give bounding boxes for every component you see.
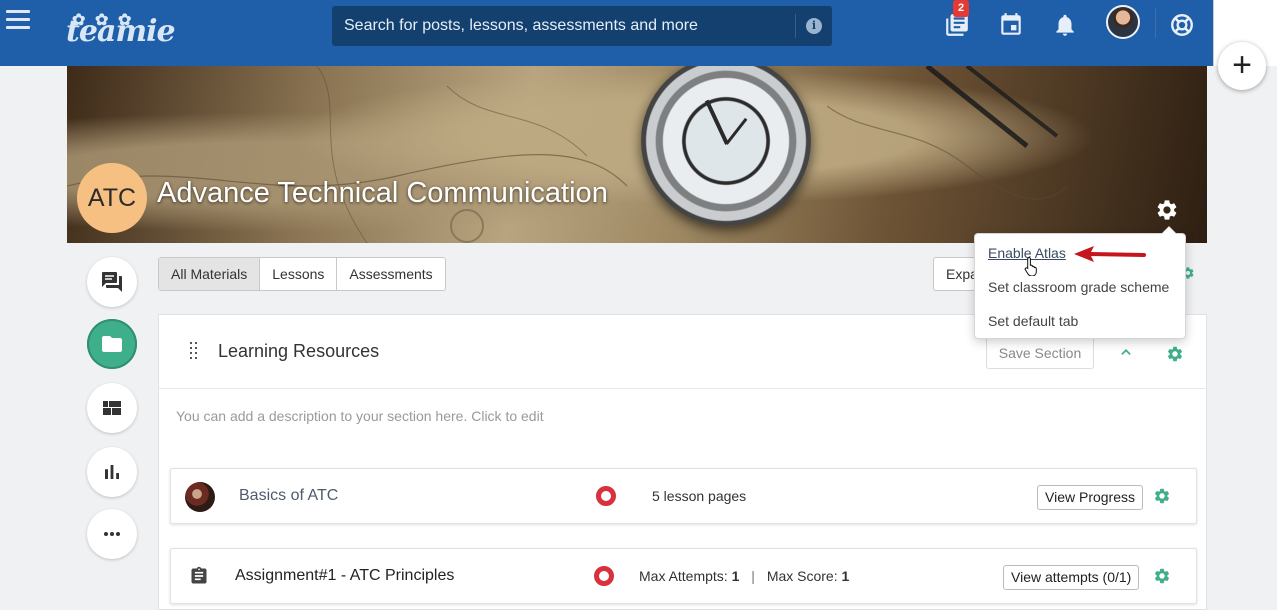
material-row-assignment[interactable]: Assignment#1 - ATC Principles Max Attemp… [170, 548, 1197, 604]
more-dots-icon [104, 532, 120, 536]
teamie-logo[interactable]: ✿ ✿ ✿ teamie [66, 2, 176, 50]
user-avatar[interactable] [1106, 5, 1140, 39]
map-texture [67, 66, 1068, 243]
search-divider [795, 14, 796, 38]
info-icon[interactable]: i [806, 18, 822, 34]
classroom-title: Advance Technical Communication [157, 177, 608, 209]
lesson-settings-gear-icon[interactable] [1153, 487, 1171, 505]
bell-icon[interactable] [1052, 12, 1078, 38]
assignment-meta: Max Attempts: 1 | Max Score: 1 [639, 549, 849, 603]
rail-analytics-button[interactable] [87, 447, 137, 497]
folder-icon [102, 336, 122, 352]
max-score-value: 1 [841, 568, 850, 584]
status-indicator-icon [596, 486, 616, 506]
material-row-lesson[interactable]: Basics of ATC 5 lesson pages View Progre… [170, 468, 1197, 524]
tab-all-materials[interactable]: All Materials [159, 258, 261, 290]
lesson-page-count: 5 lesson pages [652, 488, 747, 504]
lesson-thumbnail [185, 482, 215, 512]
rail-newsfeed-button[interactable] [87, 257, 137, 307]
rail-more-button[interactable] [87, 509, 137, 559]
max-score-label: Max Score: [766, 568, 838, 584]
classroom-settings-gear-icon[interactable] [1155, 198, 1179, 222]
status-indicator-icon [594, 566, 614, 586]
section-title[interactable]: Learning Resources [218, 341, 379, 362]
max-attempts-label: Max Attempts: [639, 568, 728, 584]
section-settings-gear-icon[interactable] [1166, 345, 1184, 363]
learning-resources-section: Learning Resources Save Section You can … [158, 314, 1207, 610]
tab-assessments[interactable]: Assessments [337, 258, 444, 290]
hand-pointer-cursor-icon [1024, 256, 1037, 276]
drag-handle-icon[interactable] [190, 342, 198, 360]
meta-separator: | [751, 568, 755, 584]
view-attempts-button[interactable]: View attempts (0/1) [1003, 565, 1140, 590]
bar-chart-icon [105, 465, 119, 479]
rail-dashboard-button[interactable] [87, 383, 137, 433]
search-bar[interactable]: Search for posts, lessons, assessments a… [332, 6, 832, 46]
top-navigation-bar: ✿ ✿ ✿ teamie Search for posts, lessons, a… [0, 0, 1213, 66]
menu-item-default-tab[interactable]: Set default tab [988, 313, 1078, 329]
lesson-title-link[interactable]: Basics of ATC [239, 469, 338, 523]
collapse-chevron-up-icon[interactable] [1119, 345, 1133, 359]
section-description[interactable]: You can add a description to your sectio… [176, 408, 544, 424]
create-new-button[interactable]: + [1218, 42, 1266, 90]
clipboard-assignment-icon [191, 566, 207, 584]
dashboard-grid-icon [103, 401, 121, 415]
tab-lessons[interactable]: Lessons [260, 258, 338, 290]
materials-filter-tabs: All Materials Lessons Assessments [158, 257, 446, 291]
view-progress-button[interactable]: View Progress [1037, 485, 1144, 510]
classroom-banner-image [67, 66, 1207, 243]
save-section-button[interactable]: Save Section [986, 337, 1094, 369]
hamburger-menu-icon[interactable] [6, 10, 30, 32]
assignment-title-link[interactable]: Assignment#1 - ATC Principles [235, 549, 454, 603]
calendar-icon[interactable] [998, 12, 1024, 38]
classroom-initials-avatar: ATC [77, 163, 147, 233]
chat-feed-icon [102, 272, 122, 292]
menu-item-grade-scheme[interactable]: Set classroom grade scheme [988, 279, 1169, 295]
topbar-divider [1155, 8, 1156, 38]
max-attempts-value: 1 [731, 568, 740, 584]
search-input[interactable]: Search for posts, lessons, assessments a… [344, 6, 698, 46]
rail-materials-button[interactable] [87, 319, 137, 369]
help-lifebuoy-icon[interactable] [1169, 12, 1195, 38]
notification-count-badge: 2 [953, 0, 969, 17]
assignment-settings-gear-icon[interactable] [1153, 567, 1171, 585]
annotation-arrow-icon [1074, 246, 1146, 262]
